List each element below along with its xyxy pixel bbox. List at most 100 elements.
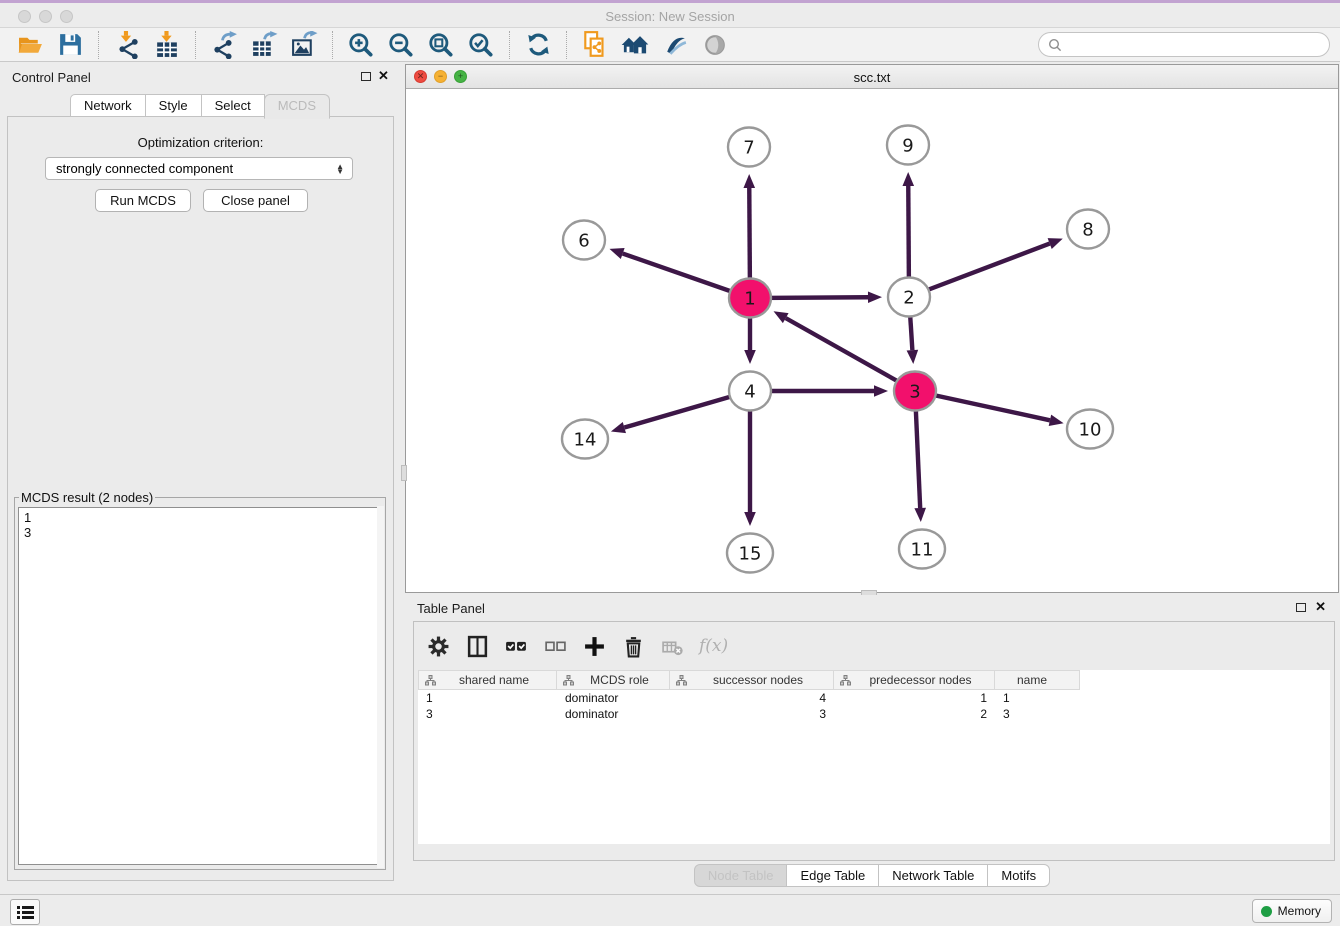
table-panel-tabs: Node TableEdge TableNetwork TableMotifs [405, 864, 1340, 887]
optimization-label: Optimization criterion: [8, 135, 393, 150]
table-settings-gear-icon[interactable] [426, 634, 450, 658]
search-field[interactable] [1038, 32, 1330, 57]
search-input[interactable] [1066, 35, 1329, 55]
float-table-panel-icon[interactable] [1296, 603, 1306, 612]
graph-edge-arrowhead [744, 350, 756, 364]
export-network-icon[interactable] [209, 30, 239, 60]
open-session-icon[interactable] [15, 30, 45, 60]
copy-style-icon[interactable] [580, 30, 610, 60]
show-column-icon[interactable] [465, 634, 489, 658]
column-header-name[interactable]: name [995, 670, 1080, 690]
zoom-fit-icon[interactable] [426, 30, 456, 60]
control-panel-title: Control Panel [12, 70, 91, 85]
table-tab-network-table[interactable]: Network Table [878, 864, 988, 887]
mcds-panel: Optimization criterion: strongly connect… [7, 116, 394, 881]
graph-edge-arrowhead [743, 174, 755, 188]
tab-style[interactable]: Style [145, 94, 202, 117]
graph-node-label-11: 11 [911, 539, 934, 560]
column-header-successor-nodes[interactable]: successor nodes [670, 670, 834, 690]
home-icon[interactable] [620, 30, 650, 60]
import-network-icon[interactable] [112, 30, 142, 60]
float-panel-icon[interactable] [361, 72, 371, 81]
toolbar-separator [195, 31, 196, 59]
toolbar-separator [332, 31, 333, 59]
table-toolbar: f(x) [426, 628, 728, 664]
optimization-dropdown-value: strongly connected component [56, 161, 233, 176]
search-icon [1048, 38, 1062, 52]
window-title: Session: New Session [0, 9, 1340, 24]
network-window-titlebar[interactable]: ✕ − + scc.txt [406, 65, 1338, 89]
graph-edge-arrowhead [1049, 415, 1064, 426]
toolbar-separator [98, 31, 99, 59]
delete-table-icon-disabled [660, 634, 684, 658]
graph-edge-3-1[interactable] [786, 318, 915, 391]
table-cell: dominator [557, 706, 670, 722]
dropdown-stepper-icon: ▲▼ [336, 164, 344, 174]
table-tab-motifs[interactable]: Motifs [987, 864, 1050, 887]
status-bar: Memory [0, 894, 1340, 926]
toolbar-separator [566, 31, 567, 59]
table-cell: 1 [995, 690, 1080, 706]
export-image-icon[interactable] [289, 30, 319, 60]
show-graphics-details-icon[interactable] [660, 30, 690, 60]
zoom-out-icon[interactable] [386, 30, 416, 60]
graph-node-label-10: 10 [1079, 419, 1102, 440]
control-panel-tabs: NetworkStyleSelectMCDS [0, 94, 401, 117]
column-header-shared-name[interactable]: shared name [418, 670, 557, 690]
column-header-predecessor-nodes[interactable]: predecessor nodes [834, 670, 995, 690]
export-table-icon[interactable] [249, 30, 279, 60]
close-panel-icon[interactable]: ✕ [378, 68, 389, 84]
graph-node-label-1: 1 [744, 288, 755, 309]
splitter-handle-vertical[interactable] [401, 465, 407, 481]
main-toolbar [0, 28, 1340, 62]
graph-node-label-8: 8 [1082, 219, 1093, 240]
node-table: shared nameMCDS rolesuccessor nodesprede… [418, 670, 1330, 844]
table-cell: 3 [418, 706, 557, 722]
import-table-icon[interactable] [152, 30, 182, 60]
tab-network[interactable]: Network [70, 94, 146, 117]
network-canvas[interactable]: 7968124314101511 [406, 89, 1338, 592]
table-row[interactable]: 1dominator411 [418, 690, 1330, 706]
close-panel-button[interactable]: Close panel [203, 189, 308, 212]
close-table-panel-icon[interactable]: ✕ [1315, 599, 1326, 615]
list-icon [17, 905, 34, 920]
table-row[interactable]: 3dominator323 [418, 706, 1330, 722]
graph-edge-arrowhead [609, 248, 624, 259]
table-tab-edge-table[interactable]: Edge Table [786, 864, 879, 887]
graph-edge-2-8[interactable] [909, 244, 1050, 297]
tab-mcds[interactable]: MCDS [264, 94, 330, 119]
table-cell: 3 [995, 706, 1080, 722]
graph-node-label-15: 15 [739, 543, 762, 564]
add-icon[interactable] [582, 634, 606, 658]
table-tab-node-table[interactable]: Node Table [694, 864, 788, 887]
mcds-result-title: MCDS result (2 nodes) [19, 490, 155, 505]
save-session-icon[interactable] [55, 30, 85, 60]
app-titlebar: Session: New Session [0, 0, 1340, 28]
deselect-all-icon[interactable] [543, 634, 567, 658]
toolbar-separator [509, 31, 510, 59]
refresh-icon[interactable] [523, 30, 553, 60]
column-header-MCDS-role[interactable]: MCDS role [557, 670, 670, 690]
mcds-result-text[interactable]: 1 3 [18, 507, 381, 865]
graph-node-label-4: 4 [744, 381, 755, 402]
run-mcds-button[interactable]: Run MCDS [95, 189, 191, 212]
table-cell: 2 [834, 706, 995, 722]
delete-trash-icon[interactable] [621, 634, 645, 658]
table-panel: Table Panel ✕ [405, 595, 1340, 894]
memory-label: Memory [1278, 904, 1321, 918]
optimization-dropdown[interactable]: strongly connected component ▲▼ [45, 157, 353, 180]
table-panel-title: Table Panel [417, 601, 485, 616]
tab-select[interactable]: Select [201, 94, 265, 117]
select-all-icon[interactable] [504, 634, 528, 658]
zoom-in-icon[interactable] [346, 30, 376, 60]
network-view-window: ✕ − + scc.txt 7968124314101511 [405, 64, 1339, 593]
task-history-button[interactable] [10, 899, 40, 925]
memory-button[interactable]: Memory [1252, 899, 1332, 923]
graph-edge-arrowhead [1048, 238, 1063, 249]
zoom-selected-icon[interactable] [466, 30, 496, 60]
result-scrollbar[interactable] [377, 506, 384, 868]
hide-graphics-details-icon[interactable] [700, 30, 730, 60]
control-panel: Control Panel ✕ NetworkStyleSelectMCDS O… [0, 62, 401, 894]
graph-edge-arrowhead [611, 422, 626, 433]
graph-node-label-3: 3 [909, 381, 920, 402]
